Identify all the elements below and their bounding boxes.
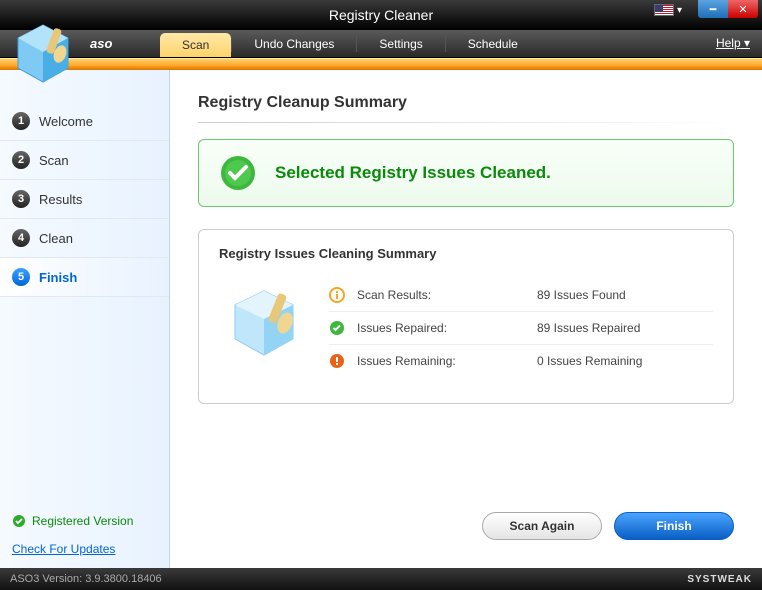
chevron-down-icon: ▾ bbox=[677, 5, 682, 16]
chevron-down-icon: ▾ bbox=[744, 36, 750, 50]
summary-row-remaining: Issues Remaining: 0 Issues Remaining bbox=[329, 345, 713, 377]
step-label: Clean bbox=[39, 231, 73, 246]
sidebar-footer: Registered Version Check For Updates bbox=[0, 502, 169, 568]
cube-brush-icon bbox=[219, 279, 309, 369]
check-circle-icon bbox=[329, 320, 345, 336]
alert-circle-icon bbox=[329, 353, 345, 369]
tab-settings[interactable]: Settings bbox=[357, 30, 444, 57]
language-selector[interactable]: ▾ bbox=[654, 4, 682, 16]
step-label: Scan bbox=[39, 153, 69, 168]
action-buttons: Scan Again Finish bbox=[482, 512, 734, 540]
flag-us-icon bbox=[654, 4, 674, 16]
step-scan[interactable]: 2Scan bbox=[0, 141, 169, 180]
app-logo-icon bbox=[8, 20, 78, 95]
success-check-icon bbox=[219, 154, 257, 192]
registered-version: Registered Version bbox=[12, 514, 157, 528]
success-banner: Selected Registry Issues Cleaned. bbox=[198, 139, 734, 207]
accent-bar bbox=[0, 58, 762, 66]
summary-box: Registry Issues Cleaning Summary Scan Re… bbox=[198, 229, 734, 404]
tab-undo-changes[interactable]: Undo Changes bbox=[232, 30, 356, 57]
step-label: Welcome bbox=[39, 114, 93, 129]
wizard-steps: 1Welcome 2Scan 3Results 4Clean 5Finish bbox=[0, 102, 169, 297]
summary-title: Registry Issues Cleaning Summary bbox=[219, 246, 713, 261]
window-title: Registry Cleaner bbox=[329, 7, 433, 23]
tab-scan[interactable]: Scan bbox=[160, 33, 231, 57]
close-button[interactable]: ✕ bbox=[728, 0, 758, 18]
minimize-button[interactable]: ━ bbox=[698, 0, 728, 18]
statusbar: ASO3 Version: 3.9.3800.18406 SYSTWEAK bbox=[0, 568, 762, 590]
step-label: Results bbox=[39, 192, 82, 207]
page-title: Registry Cleanup Summary bbox=[198, 94, 734, 112]
check-updates-link[interactable]: Check For Updates bbox=[12, 542, 157, 556]
finish-button[interactable]: Finish bbox=[614, 512, 734, 540]
scan-again-button[interactable]: Scan Again bbox=[482, 512, 602, 540]
step-results[interactable]: 3Results bbox=[0, 180, 169, 219]
step-welcome[interactable]: 1Welcome bbox=[0, 102, 169, 141]
summary-table: Scan Results: 89 Issues Found Issues Rep… bbox=[329, 279, 713, 377]
version-label: ASO3 Version: 3.9.3800.18406 bbox=[10, 573, 162, 585]
summary-row-scan-results: Scan Results: 89 Issues Found bbox=[329, 279, 713, 312]
summary-row-repaired: Issues Repaired: 89 Issues Repaired bbox=[329, 312, 713, 345]
company-label: SYSTWEAK bbox=[687, 574, 752, 585]
check-circle-icon bbox=[12, 514, 26, 528]
window-controls: ━ ✕ bbox=[698, 0, 758, 18]
menubar: aso Scan Undo Changes Settings Schedule … bbox=[0, 30, 762, 58]
help-link[interactable]: Help ▾ bbox=[716, 36, 750, 50]
step-label: Finish bbox=[39, 270, 77, 285]
tab-schedule[interactable]: Schedule bbox=[446, 30, 540, 57]
content: 1Welcome 2Scan 3Results 4Clean 5Finish R… bbox=[0, 70, 762, 568]
main-panel: Registry Cleanup Summary Selected Regist… bbox=[170, 70, 762, 568]
success-text: Selected Registry Issues Cleaned. bbox=[275, 163, 551, 183]
step-clean[interactable]: 4Clean bbox=[0, 219, 169, 258]
titlebar: Registry Cleaner ▾ ━ ✕ bbox=[0, 0, 762, 30]
sidebar: 1Welcome 2Scan 3Results 4Clean 5Finish R… bbox=[0, 70, 170, 568]
step-finish[interactable]: 5Finish bbox=[0, 258, 169, 297]
info-icon bbox=[329, 287, 345, 303]
